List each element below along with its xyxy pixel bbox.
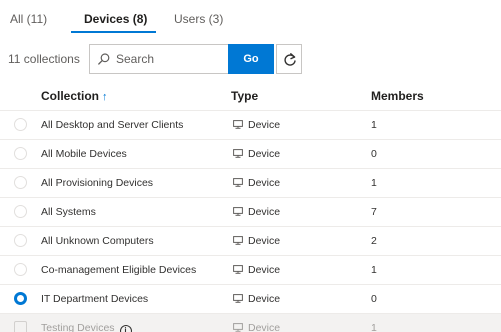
row-select-radio[interactable] (14, 263, 27, 276)
table-row[interactable]: All Provisioning Devices Device 1 (0, 168, 501, 197)
row-select-radio (14, 321, 27, 332)
refresh-icon (284, 53, 296, 66)
table-row[interactable]: All Unknown Computers Device 2 (0, 226, 501, 255)
table-row[interactable]: All Systems Device 7 (0, 197, 501, 226)
device-icon (233, 207, 243, 216)
type-cell: Device (233, 293, 280, 305)
collection-type: Device (248, 148, 281, 160)
member-count: 0 (371, 293, 377, 305)
collection-type: Device (248, 264, 281, 276)
member-count: 1 (371, 119, 377, 131)
member-count: 0 (371, 148, 377, 160)
type-cell: Device (233, 119, 280, 131)
column-header-type[interactable]: Type (231, 89, 258, 103)
device-icon (233, 265, 243, 274)
row-select-radio[interactable] (14, 118, 27, 131)
device-icon (233, 178, 243, 187)
column-header-collection-label: Collection (41, 89, 100, 103)
collection-name-cell: All Provisioning Devices (41, 177, 153, 189)
row-select-radio[interactable] (14, 176, 27, 189)
collection-count: 11 collections (8, 52, 80, 66)
collection-name-cell: IT Department Devices (41, 293, 148, 305)
collection-name: All Systems (41, 206, 96, 218)
collection-name-cell: Testing Devices i (41, 322, 132, 332)
refresh-button[interactable] (276, 44, 302, 74)
collection-name-cell: All Desktop and Server Clients (41, 119, 183, 131)
member-count: 1 (371, 264, 377, 276)
device-icon (233, 323, 243, 332)
member-count: 1 (371, 177, 377, 189)
column-header-collection[interactable]: Collection ↑ (41, 89, 108, 103)
row-select-radio[interactable] (14, 292, 27, 305)
collection-name: Co-management Eligible Devices (41, 264, 197, 276)
table-row[interactable]: IT Department Devices Device 0 (0, 284, 501, 313)
member-count: 7 (371, 206, 377, 218)
go-button[interactable]: Go (228, 44, 274, 74)
collection-type: Device (248, 235, 281, 247)
table-row[interactable]: Co-management Eligible Devices Device 1 (0, 255, 501, 284)
type-cell: Device (233, 177, 280, 189)
collection-name: All Mobile Devices (41, 148, 127, 160)
device-icon (233, 149, 243, 158)
table-row: Testing Devices i Device 1 (0, 313, 501, 332)
column-header-members[interactable]: Members (371, 89, 424, 103)
search-box (89, 44, 228, 74)
collection-type: Device (248, 206, 281, 218)
collection-name-cell: All Mobile Devices (41, 148, 127, 160)
tab-users[interactable]: Users (3) (174, 12, 223, 26)
info-icon[interactable]: i (119, 325, 132, 332)
sort-ascending-icon: ↑ (102, 91, 108, 103)
collection-type-tabs: All (11) Devices (8) Users (3) (0, 0, 501, 36)
device-icon (233, 120, 243, 129)
member-count: 2 (371, 235, 377, 247)
tab-devices[interactable]: Devices (8) (84, 12, 147, 26)
table-row[interactable]: All Desktop and Server Clients Device 1 (0, 110, 501, 139)
collection-name-cell: Co-management Eligible Devices (41, 264, 196, 276)
table-header: Collection ↑ Type Members (0, 80, 501, 110)
collection-type: Device (248, 293, 281, 305)
collection-name: All Desktop and Server Clients (41, 119, 184, 131)
type-cell: Device (233, 235, 280, 247)
row-select-radio[interactable] (14, 147, 27, 160)
collection-name-cell: All Unknown Computers (41, 235, 154, 247)
row-select-radio[interactable] (14, 205, 27, 218)
collection-type: Device (248, 177, 281, 189)
active-tab-indicator (71, 31, 156, 33)
collection-name-cell: All Systems (41, 206, 96, 218)
row-select-radio[interactable] (14, 234, 27, 247)
collection-name: All Unknown Computers (41, 235, 154, 247)
type-cell: Device (233, 322, 280, 332)
type-cell: Device (233, 148, 280, 160)
collection-name: Testing Devices (41, 322, 115, 332)
tab-all[interactable]: All (11) (10, 12, 47, 26)
collection-type: Device (248, 322, 281, 332)
search-icon (98, 53, 110, 65)
member-count: 1 (371, 322, 377, 332)
type-cell: Device (233, 264, 280, 276)
collection-name: All Provisioning Devices (41, 177, 154, 189)
table-row[interactable]: All Mobile Devices Device 0 (0, 139, 501, 168)
type-cell: Device (233, 206, 280, 218)
device-icon (233, 294, 243, 303)
device-icon (233, 236, 243, 245)
collection-type: Device (248, 119, 281, 131)
collection-name: IT Department Devices (41, 293, 149, 305)
search-input[interactable] (116, 51, 221, 67)
toolbar: 11 collections Go (0, 43, 501, 75)
